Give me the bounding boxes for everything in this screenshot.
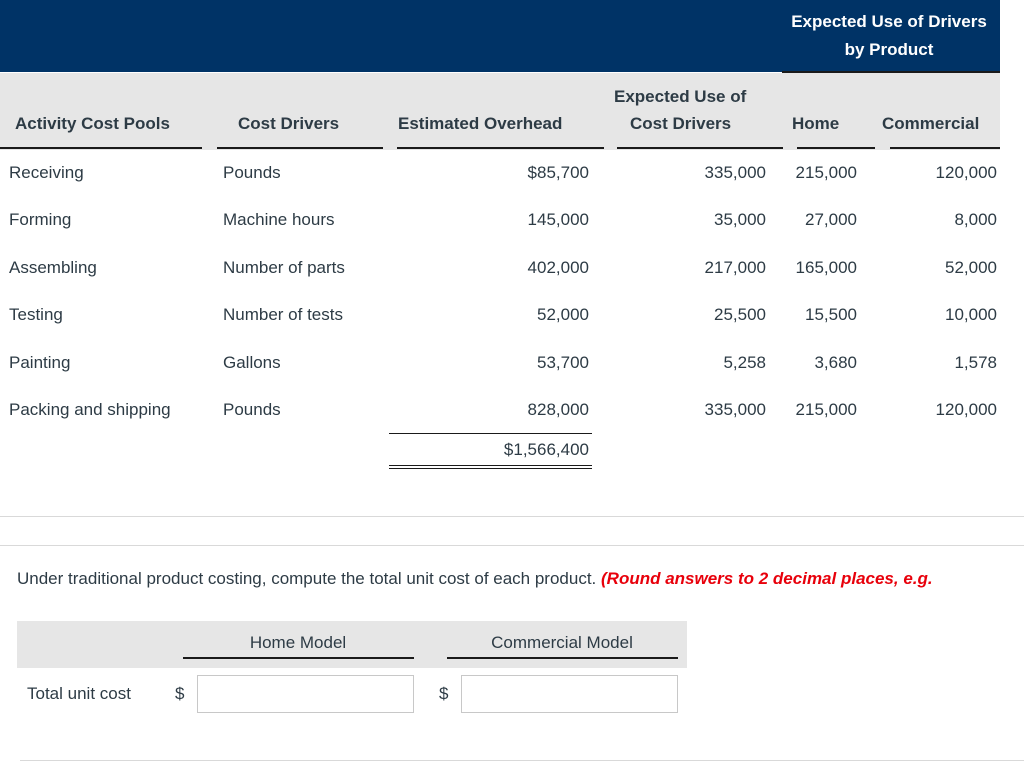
cell-commercial: 1,578 (954, 353, 997, 372)
separator (0, 516, 1024, 517)
col-header-overhead: Estimated Overhead (398, 114, 563, 133)
col-rule-drivers (217, 147, 383, 149)
cell-activity: Assembling (9, 258, 97, 277)
cell-expected-use: 217,000 (704, 258, 766, 277)
commercial-model-unit-cost-input[interactable] (461, 675, 678, 713)
cell-commercial: 120,000 (935, 163, 997, 182)
cell-estimated-overhead: 828,000 (527, 400, 589, 419)
cell-commercial: 10,000 (945, 305, 997, 324)
home-model-unit-cost-input[interactable] (197, 675, 414, 713)
question-hint: (Round answers to 2 decimal places, e.g. (601, 569, 933, 588)
col-rule-commercial (890, 147, 1000, 149)
cell-commercial: 8,000 (954, 210, 997, 229)
cell-estimated-overhead: 53,700 (537, 353, 589, 372)
total-rule-single (389, 433, 592, 434)
cell-commercial: 120,000 (935, 400, 997, 419)
cell-cost-driver: Machine hours (223, 210, 335, 229)
col-rule-home (797, 147, 875, 149)
cell-estimated-overhead: 52,000 (537, 305, 589, 324)
cell-home: 215,000 (795, 400, 857, 419)
cell-estimated-overhead: $85,700 (527, 163, 589, 182)
cell-activity: Testing (9, 305, 63, 324)
cell-activity: Receiving (9, 163, 84, 182)
question-text: Under traditional product costing, compu… (17, 568, 933, 590)
cell-home: 27,000 (805, 210, 857, 229)
cell-cost-driver: Gallons (223, 353, 281, 372)
col-rule-expected (617, 147, 783, 149)
answer-col-commercial: Commercial Model (491, 633, 633, 652)
total-rule-double-2 (389, 468, 592, 469)
separator (20, 760, 1024, 761)
cell-cost-driver: Pounds (223, 400, 281, 419)
cell-home: 3,680 (814, 353, 857, 372)
cell-expected-use: 335,000 (704, 400, 766, 419)
currency-symbol: $ (175, 684, 185, 703)
cell-activity: Painting (9, 353, 71, 372)
cell-commercial: 52,000 (945, 258, 997, 277)
col-header-expected-line2: Cost Drivers (630, 114, 732, 133)
cell-home: 215,000 (795, 163, 857, 182)
col-header-drivers: Cost Drivers (238, 114, 340, 133)
col-rule-activity (0, 147, 202, 149)
answer-col-home: Home Model (249, 633, 347, 652)
col-header-expected-line1: Expected Use of (614, 87, 747, 106)
col-rule-overhead (397, 147, 604, 149)
total-unit-cost-label: Total unit cost (27, 684, 131, 703)
cell-cost-driver: Number of parts (223, 258, 345, 277)
total-rule-double-1 (389, 465, 592, 466)
cell-estimated-overhead: 402,000 (527, 258, 589, 277)
group-header-title: Expected Use of Drivers by Product (791, 12, 987, 59)
cell-estimated-overhead: 145,000 (527, 210, 589, 229)
separator (0, 545, 1024, 546)
cell-cost-driver: Pounds (223, 163, 281, 182)
currency-symbol: $ (439, 684, 449, 703)
cell-home: 165,000 (795, 258, 857, 277)
col-header-activity: Activity Cost Pools (15, 114, 170, 133)
cell-expected-use: 5,258 (723, 353, 766, 372)
cell-cost-driver: Number of tests (223, 305, 343, 324)
total-overhead: $1,566,400 (503, 440, 589, 459)
cell-activity: Forming (9, 210, 72, 229)
cell-expected-use: 25,500 (714, 305, 766, 324)
cell-activity: Packing and shipping (9, 400, 171, 419)
cell-home: 15,500 (805, 305, 857, 324)
cell-expected-use: 35,000 (714, 210, 766, 229)
cell-expected-use: 335,000 (704, 163, 766, 182)
col-header-home: Home (792, 114, 840, 133)
answer-col-rule-commercial (447, 657, 678, 659)
question-main: Under traditional product costing, compu… (17, 569, 597, 588)
col-header-commercial: Commercial (882, 114, 980, 133)
answer-col-rule-home (183, 657, 414, 659)
group-header-band: Expected Use of Drivers by Product (0, 0, 1000, 72)
